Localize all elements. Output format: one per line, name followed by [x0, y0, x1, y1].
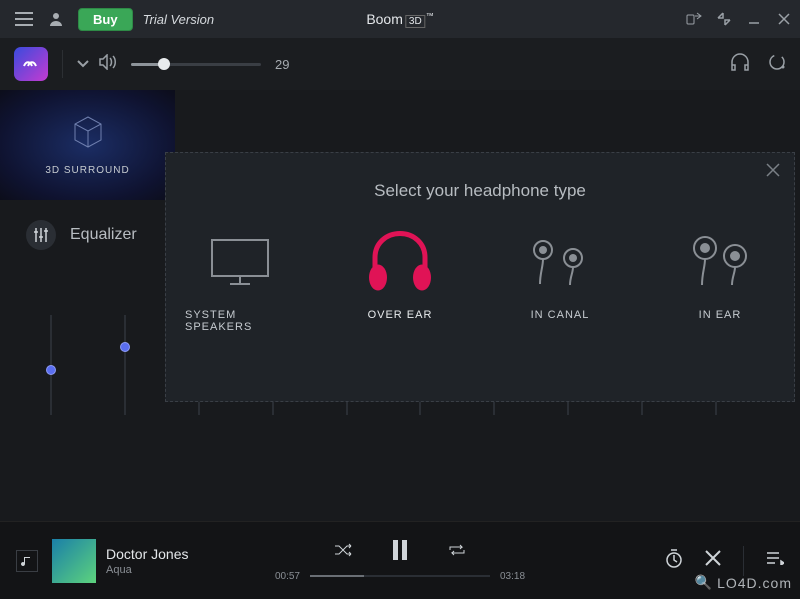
- headphone-label: OVER EAR: [368, 309, 433, 321]
- minimize-button[interactable]: [746, 11, 762, 27]
- headphone-label: IN EAR: [699, 309, 742, 321]
- shuffle-icon[interactable]: [334, 543, 352, 562]
- app-title: Boom3D™: [366, 11, 433, 27]
- surround-tile[interactable]: 3D SURROUND: [0, 90, 175, 200]
- share-icon[interactable]: [686, 11, 702, 27]
- eq-band[interactable]: [50, 315, 52, 415]
- mini-player-icon[interactable]: [16, 550, 38, 572]
- total-time: 03:18: [500, 571, 525, 582]
- modal-title: Select your headphone type: [184, 181, 776, 201]
- close-player-icon[interactable]: [705, 550, 721, 571]
- speaker-icon[interactable]: [99, 54, 117, 75]
- player-bar: Doctor Jones Aqua 00:57 03:18: [0, 521, 800, 599]
- watermark: 🔍LO4D.com: [695, 574, 792, 591]
- album-art[interactable]: [52, 539, 96, 583]
- hamburger-menu-icon[interactable]: [12, 7, 36, 31]
- divider: [743, 546, 744, 576]
- app-logo-icon[interactable]: [14, 47, 48, 81]
- trial-version-label: Trial Version: [143, 12, 215, 27]
- equalizer-icon[interactable]: [26, 220, 56, 250]
- cube-icon: [70, 114, 106, 155]
- track-metadata: Doctor Jones Aqua: [106, 546, 188, 576]
- equalizer-label: Equalizer: [70, 226, 137, 244]
- titlebar: Buy Trial Version Boom3D™: [0, 0, 800, 38]
- main-content: 3D SURROUND Equalizer Select your headph…: [0, 90, 800, 520]
- track-title: Doctor Jones: [106, 546, 188, 562]
- volume-toolbar: 29: [0, 38, 800, 90]
- elapsed-time: 00:57: [275, 571, 300, 582]
- headphones-icon[interactable]: [730, 53, 750, 76]
- close-icon[interactable]: [766, 163, 780, 182]
- divider: [62, 50, 63, 78]
- volume-slider[interactable]: [131, 63, 261, 66]
- progress-bar[interactable]: [310, 575, 490, 577]
- headphone-option-in-canal[interactable]: IN CANAL: [505, 227, 615, 333]
- timer-icon[interactable]: [665, 548, 683, 573]
- headphone-option-over-ear[interactable]: OVER EAR: [345, 227, 455, 333]
- power-icon[interactable]: [768, 53, 786, 76]
- surround-label: 3D SURROUND: [45, 165, 129, 176]
- track-artist: Aqua: [106, 564, 188, 576]
- headphone-option-in-ear[interactable]: IN EAR: [665, 227, 775, 333]
- headphone-label: IN CANAL: [531, 309, 590, 321]
- collapse-icon[interactable]: [716, 11, 732, 27]
- user-icon[interactable]: [44, 7, 68, 31]
- playback-controls: 00:57 03:18: [240, 540, 560, 582]
- close-window-button[interactable]: [776, 11, 792, 27]
- eq-band[interactable]: [124, 315, 126, 415]
- headphone-label: SYSTEM SPEAKERS: [185, 309, 295, 333]
- headphone-option-system-speakers[interactable]: SYSTEM SPEAKERS: [185, 227, 295, 333]
- chevron-down-icon[interactable]: [77, 55, 89, 73]
- volume-value: 29: [275, 57, 289, 72]
- pause-button[interactable]: [392, 540, 408, 565]
- playlist-icon[interactable]: [766, 551, 784, 570]
- headphone-modal: Select your headphone type SYSTEM SPEAKE…: [165, 152, 795, 402]
- buy-button[interactable]: Buy: [78, 8, 133, 31]
- repeat-icon[interactable]: [448, 543, 466, 562]
